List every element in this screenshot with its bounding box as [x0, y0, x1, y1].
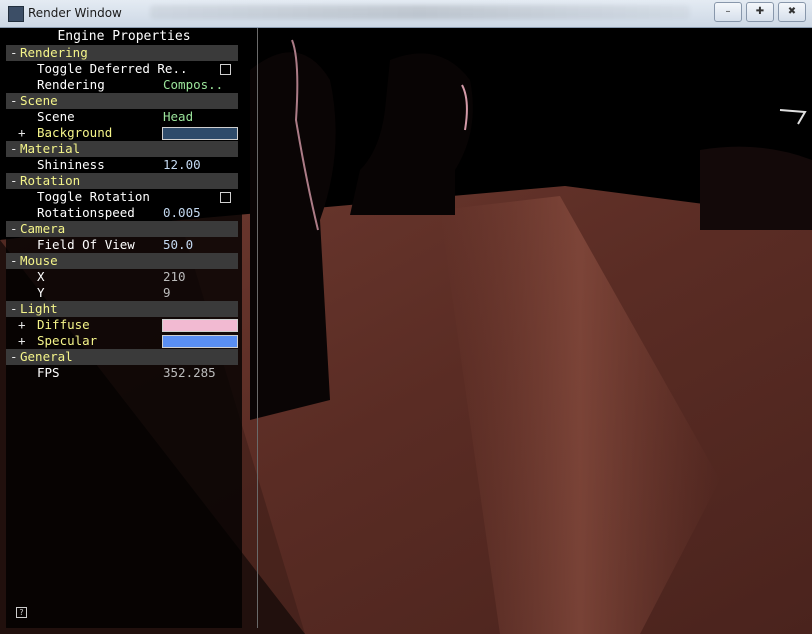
- background-color-swatch[interactable]: [162, 127, 238, 140]
- group-material[interactable]: - Material: [6, 141, 238, 157]
- minimize-button[interactable]: –: [714, 2, 742, 22]
- property-specular[interactable]: + Specular: [6, 333, 242, 349]
- property-rendering[interactable]: Rendering Compos..: [6, 77, 242, 93]
- property-value: 9: [163, 285, 171, 300]
- property-value: 210: [163, 269, 186, 284]
- collapse-icon: -: [10, 349, 18, 364]
- property-mouse-x: X 210: [6, 269, 242, 285]
- property-value[interactable]: 12.00: [163, 157, 201, 173]
- collapse-icon: -: [10, 141, 18, 156]
- panel-title: Engine Properties: [57, 29, 191, 44]
- property-label: Background: [37, 125, 113, 140]
- property-fps: FPS 352.285: [6, 365, 242, 381]
- property-shininess[interactable]: Shininess 12.00: [6, 157, 242, 173]
- collapse-icon: -: [10, 253, 18, 268]
- property-toggle-deferred[interactable]: Toggle Deferred Re..: [6, 61, 242, 77]
- group-label: Scene: [20, 93, 58, 108]
- group-label: Rendering: [20, 45, 88, 60]
- blurred-path-region: [150, 5, 690, 19]
- toggle-rotation-checkbox[interactable]: [220, 192, 231, 203]
- property-label: Toggle Deferred Re..: [37, 61, 188, 76]
- collapse-icon: -: [10, 173, 18, 188]
- property-label: Shininess: [37, 157, 105, 172]
- property-toggle-rotation[interactable]: Toggle Rotation: [6, 189, 242, 205]
- property-label: X: [37, 269, 45, 284]
- property-label: Y: [37, 285, 45, 300]
- property-label: Scene: [37, 109, 75, 124]
- property-value[interactable]: Compos..: [163, 77, 223, 93]
- property-label: Rendering: [37, 77, 105, 92]
- diffuse-color-swatch[interactable]: [162, 319, 238, 332]
- group-general[interactable]: - General: [6, 349, 238, 365]
- window-titlebar[interactable]: Render Window – ✚ ✖: [0, 0, 812, 28]
- help-icon[interactable]: ?: [16, 607, 27, 618]
- property-diffuse[interactable]: + Diffuse: [6, 317, 242, 333]
- property-value[interactable]: 50.0: [163, 237, 193, 253]
- group-mouse[interactable]: - Mouse: [6, 253, 238, 269]
- panel-divider-line: [257, 28, 258, 628]
- window-title: Render Window: [28, 6, 122, 20]
- property-background[interactable]: + Background: [6, 125, 242, 141]
- property-label: FPS: [37, 365, 60, 380]
- specular-color-swatch[interactable]: [162, 335, 238, 348]
- group-label: Light: [20, 301, 58, 316]
- maximize-button[interactable]: ✚: [746, 2, 774, 22]
- property-value[interactable]: Head: [163, 109, 193, 125]
- property-label: Specular: [37, 333, 98, 348]
- group-label: Camera: [20, 221, 66, 236]
- property-label: Diffuse: [37, 317, 90, 332]
- collapse-icon: -: [10, 221, 18, 236]
- expand-icon[interactable]: +: [18, 317, 26, 333]
- group-label: Material: [20, 141, 81, 156]
- app-icon: [8, 6, 24, 22]
- group-label: Mouse: [20, 253, 58, 268]
- toggle-deferred-checkbox[interactable]: [220, 64, 231, 75]
- expand-icon[interactable]: +: [18, 125, 26, 141]
- collapse-icon: -: [10, 93, 18, 108]
- group-camera[interactable]: - Camera: [6, 221, 238, 237]
- collapse-icon: -: [10, 301, 18, 316]
- property-field-of-view[interactable]: Field Of View 50.0: [6, 237, 242, 253]
- group-rotation[interactable]: - Rotation: [6, 173, 238, 189]
- group-scene[interactable]: - Scene: [6, 93, 238, 109]
- group-label: General: [20, 349, 73, 364]
- property-label: Toggle Rotation: [37, 189, 150, 204]
- group-rendering[interactable]: - Rendering: [6, 45, 238, 61]
- property-rotationspeed[interactable]: Rotationspeed 0.005: [6, 205, 242, 221]
- property-label: Rotationspeed: [37, 205, 135, 220]
- engine-properties-panel: Engine Properties - Rendering Toggle Defe…: [6, 28, 242, 628]
- right-object: [700, 146, 812, 230]
- property-scene[interactable]: Scene Head: [6, 109, 242, 125]
- expand-icon[interactable]: +: [18, 333, 26, 349]
- property-value[interactable]: 0.005: [163, 205, 201, 221]
- collapse-icon: -: [10, 45, 18, 60]
- group-label: Rotation: [20, 173, 81, 188]
- window-controls: – ✚ ✖: [710, 2, 806, 22]
- property-label: Field Of View: [37, 237, 135, 252]
- close-button[interactable]: ✖: [778, 2, 806, 22]
- group-light[interactable]: - Light: [6, 301, 238, 317]
- property-value: 352.285: [163, 365, 216, 380]
- property-mouse-y: Y9: [6, 285, 242, 301]
